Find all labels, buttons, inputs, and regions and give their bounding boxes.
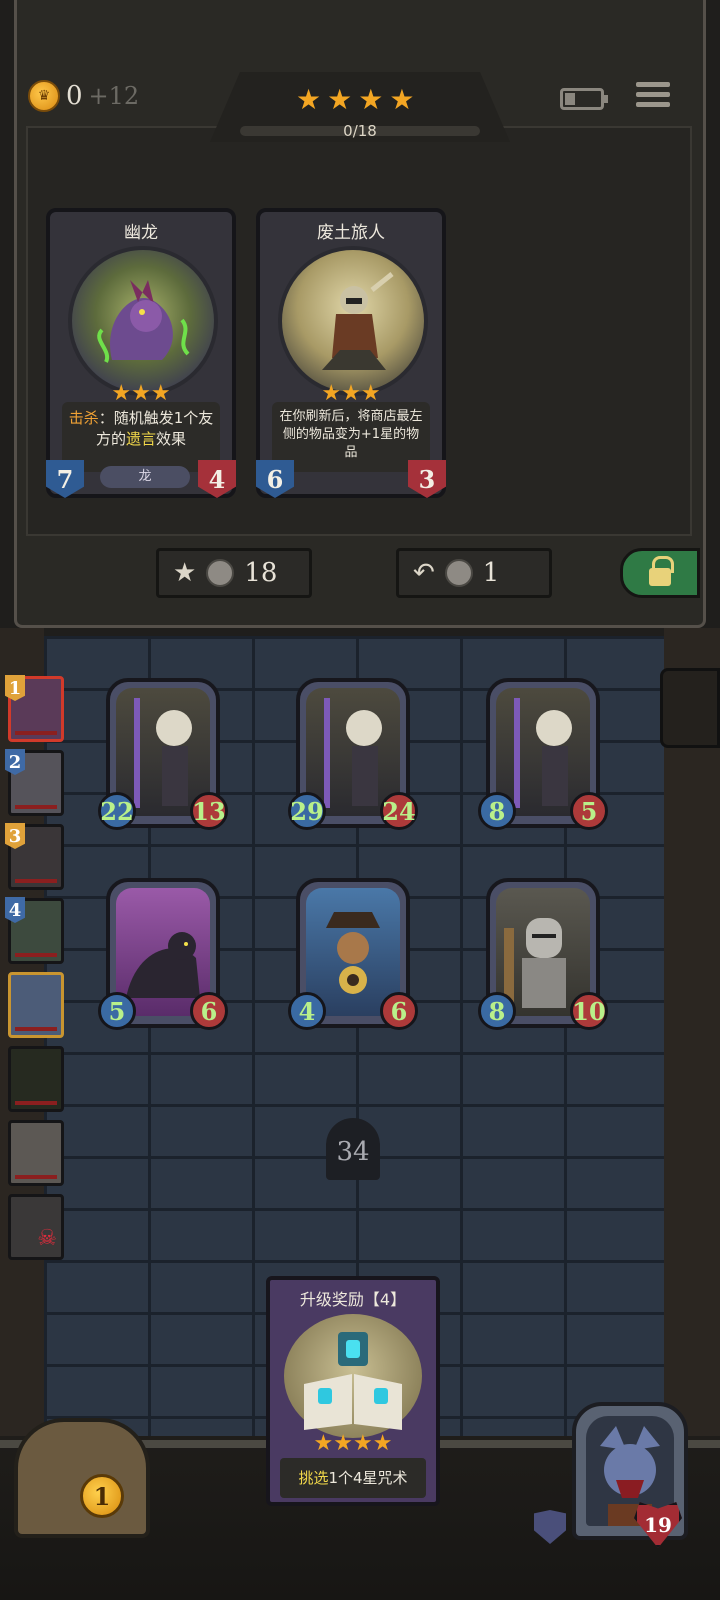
side-drawer-handle[interactable] [660, 668, 720, 748]
unit-attack: 8 [478, 992, 516, 1030]
unit-health: 5 [570, 792, 608, 830]
card-description: 击杀：随机触发1个友方的遗言效果 [62, 402, 220, 472]
roster-player-self[interactable] [8, 972, 64, 1038]
gold-value: 0 [66, 81, 83, 111]
shop-card-1[interactable]: 幽龙 ★★★ 击杀：随机触发1个友方的遗言效果 龙 7 4 [46, 208, 236, 498]
gold-coin-icon: ♛ [28, 80, 60, 112]
unlock-icon [649, 556, 674, 586]
tier-star-icon: ★ [358, 83, 384, 116]
battery-icon [560, 88, 608, 110]
board-unit-1[interactable]: 22 13 [98, 678, 228, 830]
upgrade-reward-card[interactable]: 升级奖励【4】 ★★★★ 挑选1个4星咒术 [266, 1276, 440, 1506]
shop-card-2[interactable]: 废土旅人 ★★★ 在你刷新后，将商店最左侧的物品变为+1星的物品 6 3 [256, 208, 446, 498]
unit-attack: 8 [478, 792, 516, 830]
turn-counter: 34 [326, 1118, 380, 1180]
star-upgrade-icon: ★ [173, 558, 197, 588]
unit-attack: 5 [98, 992, 136, 1030]
unit-health: 6 [380, 992, 418, 1030]
silver-coin-icon [444, 559, 473, 587]
gold-counter: ♛ 0 +12 [28, 80, 139, 112]
upgrade-cost: 18 [244, 558, 278, 588]
roster-player-7[interactable] [8, 1120, 64, 1186]
eliminated-skull-icon: ☠ [37, 1226, 57, 1251]
tier-progress-text: 0/18 [343, 122, 377, 140]
gold-income: +12 [88, 82, 140, 110]
dragon-portrait [68, 246, 218, 396]
unit-health: 24 [380, 792, 418, 830]
wanderer-portrait [278, 246, 428, 396]
silver-coin-icon [206, 559, 235, 587]
freeze-shop-button[interactable] [620, 548, 700, 598]
upgrade-tier-button[interactable]: ★ 18 [156, 548, 312, 598]
unit-attack: 22 [98, 792, 136, 830]
refresh-cost: 1 [482, 558, 500, 588]
board-unit-3[interactable]: 8 5 [478, 678, 608, 830]
card-health: 4 [198, 460, 236, 498]
chest-coin: 1 [80, 1474, 124, 1518]
roster-player-4[interactable]: 4 [5, 897, 64, 964]
tier-stars: ★ ★ ★ ★ [296, 86, 414, 114]
card-name: 废土旅人 [317, 223, 385, 243]
card-description: 在你刷新后，将商店最左侧的物品变为+1星的物品 [272, 402, 430, 472]
roster-player-2[interactable]: 2 [5, 749, 64, 816]
unit-attack: 29 [288, 792, 326, 830]
refresh-icon: ↶ [413, 558, 435, 588]
card-attack: 7 [46, 460, 84, 498]
tribe-tag: 龙 [100, 466, 190, 488]
reward-title: 升级奖励【4】 [299, 1290, 407, 1309]
board-unit-2[interactable]: 29 24 [288, 678, 418, 830]
reward-stars: ★★★★ [313, 1431, 393, 1456]
menu-icon[interactable] [636, 82, 670, 116]
refresh-button[interactable]: ↶ 1 [396, 548, 552, 598]
board-unit-6[interactable]: 8 10 [478, 878, 608, 1030]
card-name: 幽龙 [124, 223, 158, 243]
card-health: 3 [408, 460, 446, 498]
tier-star-icon: ★ [327, 83, 353, 116]
roster-player-6[interactable] [8, 1046, 64, 1112]
board-unit-4[interactable]: 5 6 [98, 878, 228, 1030]
card-attack: 6 [256, 460, 294, 498]
unit-health: 6 [190, 992, 228, 1030]
reward-description: 挑选1个4星咒术 [280, 1458, 426, 1498]
spellbook-icon [284, 1314, 422, 1438]
unit-health: 10 [570, 992, 608, 1030]
tier-star-icon: ★ [389, 83, 415, 116]
roster-player-3[interactable]: 3 [5, 823, 64, 890]
roster-player-8[interactable]: ☠ [8, 1194, 64, 1260]
roster-player-1[interactable]: 1 [5, 675, 64, 742]
unit-attack: 4 [288, 992, 326, 1030]
tier-star-icon: ★ [296, 83, 322, 116]
treasure-chest-icon[interactable] [14, 1418, 150, 1538]
unit-health: 13 [190, 792, 228, 830]
board-unit-5[interactable]: 4 6 [288, 878, 418, 1030]
